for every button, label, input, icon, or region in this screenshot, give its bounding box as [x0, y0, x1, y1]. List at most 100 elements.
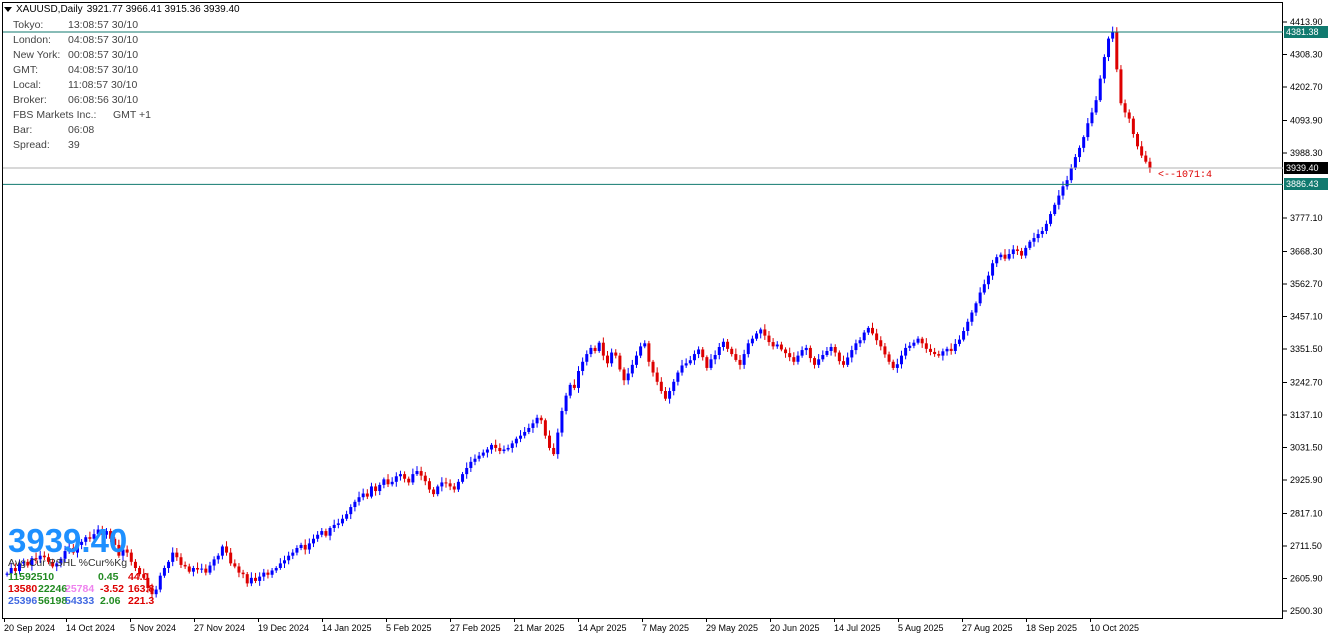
clock-value: 39 [68, 139, 80, 151]
candle-body [481, 452, 485, 456]
candle-body [266, 572, 270, 575]
candle-body [887, 354, 891, 362]
candle-body [577, 371, 580, 388]
candle-body [982, 284, 986, 293]
candle-body [1140, 146, 1144, 156]
price-chart[interactable]: 4413.904308.304202.704093.903988.303777.… [0, 0, 1330, 640]
y-tick-label: 3988.30 [1290, 148, 1323, 158]
candle-body [1028, 241, 1032, 248]
candle-body [659, 381, 663, 392]
candle-body [949, 348, 953, 352]
symbol-timeframe: XAUUSD,Daily [16, 4, 83, 15]
hud-value-a: 11592510 [8, 571, 55, 583]
candle-body [158, 575, 162, 590]
candle-body [858, 340, 862, 344]
candle-body [697, 349, 701, 355]
candle-body [589, 347, 593, 355]
x-tick-label: 10 Oct 2025 [1090, 623, 1140, 633]
candle-body [850, 350, 854, 358]
candle-body [1069, 167, 1073, 181]
x-tick-label: 5 Nov 2024 [130, 623, 177, 633]
y-tick-label: 3777.10 [1290, 213, 1323, 223]
candle-body [403, 474, 407, 479]
x-tick-label: 27 Aug 2025 [962, 623, 1013, 633]
y-tick-label: 2817.10 [1290, 508, 1323, 518]
candle-body [274, 568, 278, 571]
candle-body [771, 342, 775, 347]
candle-body [1073, 157, 1077, 168]
candle-body [879, 340, 883, 347]
candle-body [196, 568, 200, 570]
hud-value-a: 25396 [8, 595, 38, 607]
candle-body [1015, 249, 1019, 251]
candle-body [634, 355, 638, 365]
candle-body [278, 563, 282, 569]
y-tick-label: 3457.10 [1290, 312, 1323, 322]
candle-body [767, 335, 771, 343]
candle-body [556, 432, 560, 455]
price-annotation: <--1071:4 [1158, 170, 1213, 181]
candle-body [941, 351, 945, 356]
clock-row: New York: 00:08:57 30/10 [13, 48, 151, 63]
candle-body [962, 330, 966, 340]
candle-body [179, 557, 183, 565]
candle-body [639, 346, 643, 356]
clock-row: GMT: 04:08:57 30/10 [13, 63, 151, 78]
candle-body [1082, 137, 1086, 148]
candle-body [258, 576, 262, 581]
candle-body [597, 342, 601, 352]
candle-body [531, 423, 535, 428]
candle-body [1115, 32, 1119, 70]
candle-body [477, 455, 481, 459]
dropdown-triangle-icon[interactable] [4, 7, 12, 12]
candle-body [684, 363, 688, 366]
x-tick [66, 618, 67, 622]
x-tick [4, 618, 5, 622]
candle-body [891, 361, 895, 368]
candle-body [345, 514, 349, 519]
x-tick-label: 21 Mar 2025 [514, 623, 565, 633]
candle-body [825, 351, 829, 356]
candle-body [933, 351, 937, 355]
candle-body [775, 344, 779, 347]
candle-body [734, 354, 738, 360]
candle-body [564, 395, 568, 412]
candle-body [953, 343, 957, 352]
candle-body [1007, 254, 1011, 259]
x-tick [450, 618, 451, 622]
clock-label: Tokyo: [13, 19, 44, 31]
clock-row: Tokyo: 13:08:57 30/10 [13, 18, 151, 33]
candle-body [390, 481, 394, 485]
x-tick [1090, 618, 1091, 622]
candle-body [800, 350, 804, 356]
candle-body [895, 364, 899, 368]
clock-row: London: 04:08:57 30/10 [13, 33, 151, 48]
candle-body [295, 547, 299, 553]
x-tick-label: 14 Jan 2025 [322, 623, 372, 633]
x-tick-label: 27 Nov 2024 [194, 623, 246, 633]
candle-body [1040, 230, 1044, 235]
candle-body [1086, 123, 1090, 138]
candle-body [229, 552, 233, 564]
hud-big-price: 3939.40 [8, 522, 128, 559]
y-tick-label: 4093.90 [1290, 115, 1323, 125]
candle-body [974, 303, 978, 313]
candle-body [204, 568, 208, 573]
candle-body [784, 349, 788, 354]
candle-body [668, 391, 672, 399]
candle-body [593, 347, 597, 352]
candle-body [999, 254, 1003, 258]
candle-body [245, 574, 249, 584]
candle-body [870, 327, 874, 334]
ohlc-values: 3921.77 3966.41 3915.36 3939.40 [86, 4, 240, 15]
x-tick-label: 27 Feb 2025 [450, 623, 501, 633]
candle-body [440, 482, 444, 487]
candle-body [382, 479, 386, 485]
candle-body [1119, 69, 1123, 104]
candle-body [1024, 247, 1028, 256]
candle-body [1036, 234, 1040, 239]
candle-body [1053, 204, 1057, 215]
candle-body [966, 321, 970, 331]
candle-body [270, 570, 274, 575]
candle-body [1136, 134, 1140, 147]
